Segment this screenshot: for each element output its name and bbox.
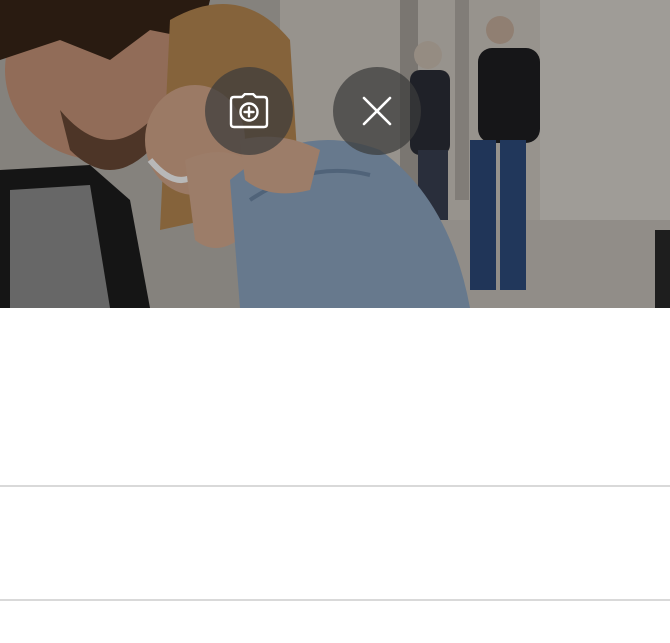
close-icon bbox=[362, 96, 392, 126]
form-section-3[interactable] bbox=[0, 601, 670, 643]
form-section-2[interactable] bbox=[0, 487, 670, 599]
change-cover-photo-button[interactable] bbox=[205, 67, 293, 155]
cover-photo bbox=[0, 0, 670, 308]
form-section-1[interactable] bbox=[0, 308, 670, 485]
cover-dim-overlay bbox=[0, 0, 670, 308]
profile-edit-screen bbox=[0, 0, 670, 643]
camera-plus-icon bbox=[229, 93, 269, 129]
remove-cover-photo-button[interactable] bbox=[333, 67, 421, 155]
